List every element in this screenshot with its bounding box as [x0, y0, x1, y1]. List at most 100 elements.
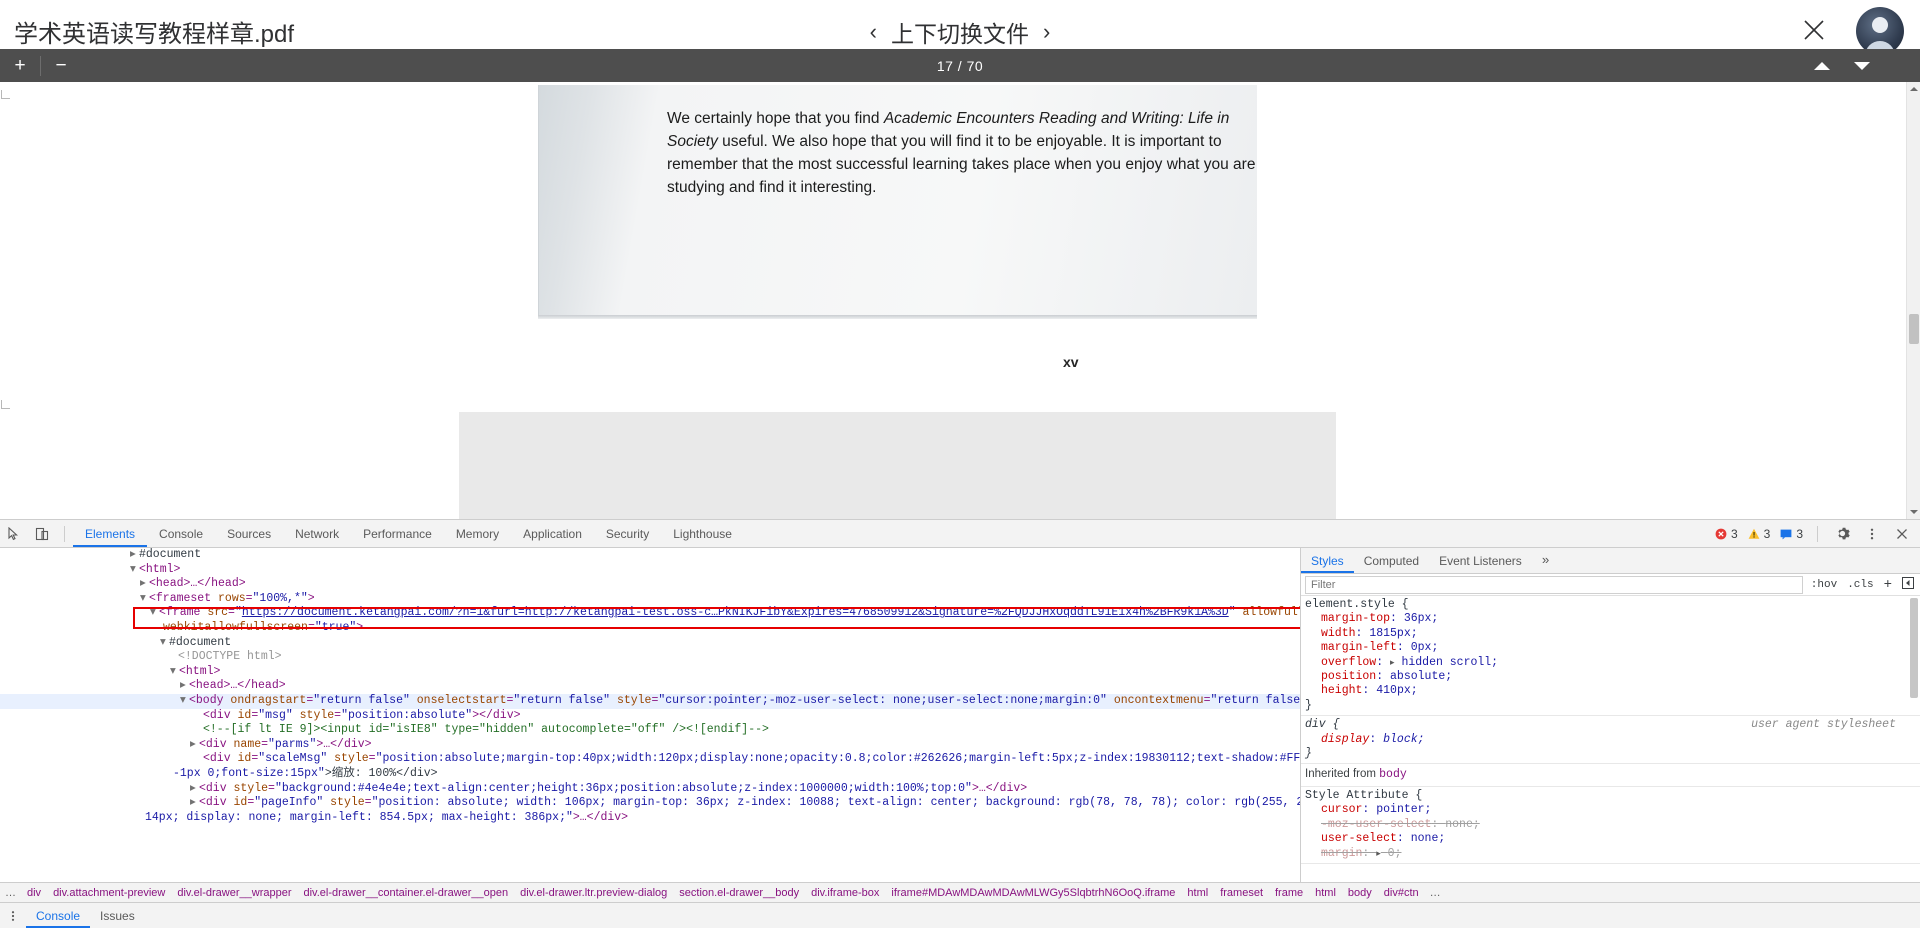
style-value[interactable]: none;	[1445, 818, 1480, 831]
tab-application[interactable]: Application	[511, 520, 594, 547]
breadcrumb-item[interactable]: iframe#MDAwMDAwMDAwMLWGy5SlqbtrhN6OoQ.if…	[885, 887, 1181, 899]
tab-lighthouse[interactable]: Lighthouse	[661, 520, 744, 547]
style-rule-element-style[interactable]: element.style { margin-top: 36px; width:…	[1301, 596, 1920, 717]
tab-event-listeners[interactable]: Event Listeners	[1429, 548, 1532, 573]
user-avatar[interactable]	[1856, 7, 1904, 55]
dom-line-inner-document[interactable]: ▾ #document	[0, 636, 1300, 651]
style-value[interactable]: 0;	[1388, 847, 1402, 860]
style-value[interactable]: none;	[1411, 832, 1446, 845]
message-counter[interactable]: 3	[1776, 527, 1807, 541]
breadcrumb-item[interactable]: div.el-drawer__container.el-drawer__open	[297, 887, 514, 899]
breadcrumb-item[interactable]: frameset	[1214, 887, 1269, 899]
error-counter[interactable]: 3	[1711, 527, 1742, 541]
breadcrumb-overflow-left[interactable]: …	[0, 887, 21, 899]
dom-line-body[interactable]: ▾ <body ondragstart="return false" onsele…	[0, 693, 1300, 709]
style-declaration[interactable]: user-select: none;	[1305, 832, 1920, 846]
style-value[interactable]: 410px;	[1376, 684, 1417, 697]
zoom-in-button[interactable]: +	[0, 49, 40, 82]
style-declaration-overridden[interactable]: margin: ▸ 0;	[1305, 847, 1920, 861]
breadcrumb-item[interactable]: html	[1309, 887, 1342, 899]
dom-line-pageinfo-cont[interactable]: 14px; display: none; margin-left: 854.5p…	[0, 811, 1300, 826]
dom-line-div-bg[interactable]: ▸ <div style="background:#4e4e4e;text-ali…	[0, 782, 1300, 797]
style-declaration[interactable]: position: absolute;	[1305, 670, 1920, 684]
pdf-scrollbar-thumb[interactable]	[1909, 314, 1919, 344]
pdf-scrollbar[interactable]	[1906, 82, 1920, 519]
breadcrumb-overflow-right[interactable]: …	[1425, 887, 1446, 899]
dom-line-inner-html[interactable]: ▾ <html>	[0, 665, 1300, 680]
zoom-out-button[interactable]: −	[41, 49, 81, 82]
drawer-tab-issues[interactable]: Issues	[90, 903, 145, 928]
device-toolbar-button[interactable]	[28, 520, 56, 547]
dom-line-inner-head[interactable]: ▸ <head>…</head>	[0, 679, 1300, 694]
breadcrumb-item[interactable]: div#ctn	[1378, 887, 1425, 899]
style-value[interactable]: 1815px;	[1369, 627, 1417, 640]
tab-network[interactable]: Network	[283, 520, 351, 547]
dom-line-div-pageinfo[interactable]: ▸ <div id="pageInfo" style="position: abs…	[0, 796, 1300, 811]
styles-scrollbar-thumb[interactable]	[1910, 598, 1918, 698]
more-options-button[interactable]	[1858, 520, 1886, 547]
tab-styles[interactable]: Styles	[1301, 548, 1354, 573]
dom-line-div-parms[interactable]: ▸ <div name="parms">…</div>	[0, 738, 1300, 753]
style-value[interactable]: hidden scroll;	[1401, 656, 1498, 669]
breadcrumb-item[interactable]: div.attachment-preview	[47, 887, 171, 899]
breadcrumb-item[interactable]: div.el-drawer__wrapper	[171, 887, 297, 899]
dom-line-div-scalemsg[interactable]: <div id="scaleMsg" style="position:absol…	[0, 752, 1300, 767]
breadcrumb-item[interactable]: html	[1181, 887, 1214, 899]
dom-line-document[interactable]: ▸ #document	[0, 548, 1300, 563]
pdf-viewport[interactable]: We certainly hope that you find Academic…	[0, 82, 1920, 519]
style-declaration-overridden[interactable]: -moz-user-select: none;	[1305, 818, 1920, 832]
close-devtools-button[interactable]	[1888, 520, 1916, 547]
styles-rules-list[interactable]: element.style { margin-top: 36px; width:…	[1301, 596, 1920, 882]
style-declaration[interactable]: height: 410px;	[1305, 684, 1920, 698]
close-button[interactable]	[1796, 12, 1832, 48]
drawer-more-button[interactable]	[0, 903, 26, 928]
inspect-element-button[interactable]	[0, 520, 28, 547]
tab-console[interactable]: Console	[147, 520, 215, 547]
drawer-tab-console[interactable]: Console	[26, 903, 90, 928]
prev-file-icon[interactable]: ‹	[870, 19, 877, 45]
dom-line-div-msg[interactable]: <div id="msg" style="position:absolute">…	[0, 709, 1300, 724]
style-value[interactable]: absolute;	[1390, 670, 1452, 683]
style-rule-div[interactable]: div { user agent stylesheet display: blo…	[1301, 716, 1920, 765]
style-value[interactable]: pointer;	[1376, 803, 1431, 816]
scroll-down-button[interactable]	[1907, 505, 1920, 519]
dom-line-doctype[interactable]: <!DOCTYPE html>	[0, 650, 1300, 665]
style-declaration[interactable]: margin-top: 36px;	[1305, 612, 1920, 626]
style-value[interactable]: 0px;	[1411, 641, 1439, 654]
breadcrumb-item[interactable]: body	[1342, 887, 1378, 899]
breadcrumb-item[interactable]: div.el-drawer.ltr.preview-dialog	[514, 887, 673, 899]
scroll-up-button[interactable]	[1907, 82, 1920, 96]
dom-tree[interactable]: ▸ #document ▾ <html> ▸ <head>…</head> ▾ <fra…	[0, 548, 1300, 882]
styles-more-tabs-button[interactable]: »	[1536, 553, 1556, 568]
style-declaration[interactable]: display: block;	[1305, 733, 1920, 747]
page-up-button[interactable]	[1806, 49, 1838, 82]
style-declaration[interactable]: cursor: pointer;	[1305, 803, 1920, 817]
dom-line-comment[interactable]: <!--[if lt IE 9]><input id="isIE8" type=…	[0, 723, 1300, 738]
style-declaration[interactable]: overflow: ▸ hidden scroll;	[1305, 656, 1920, 670]
tab-elements[interactable]: Elements	[73, 520, 147, 547]
dom-val-frame-src[interactable]: https://document.ketangpai.com/?n=1&furl…	[242, 606, 1229, 619]
style-value[interactable]: block;	[1383, 733, 1424, 746]
next-file-icon[interactable]: ›	[1043, 19, 1050, 45]
styles-filter-input[interactable]	[1305, 575, 1803, 594]
breadcrumb-item[interactable]: div	[21, 887, 47, 899]
tab-computed[interactable]: Computed	[1354, 548, 1429, 573]
dom-line-webkitallowfullscreen[interactable]: webkitallowfullscreen="true">	[0, 621, 1300, 636]
settings-button[interactable]	[1828, 520, 1856, 547]
style-value[interactable]: 36px;	[1404, 612, 1439, 625]
style-declaration[interactable]: margin-left: 0px;	[1305, 641, 1920, 655]
breadcrumb-item[interactable]: frame	[1269, 887, 1309, 899]
toggle-sidebar-button[interactable]	[1900, 576, 1916, 593]
new-style-rule-button[interactable]: +	[1882, 577, 1894, 593]
hover-state-button[interactable]: :hov	[1809, 579, 1839, 591]
dom-line-frameset[interactable]: ▾ <frameset rows="100%,*">	[0, 592, 1300, 607]
expand-shorthand-icon[interactable]: ▸	[1390, 656, 1395, 670]
tab-memory[interactable]: Memory	[444, 520, 511, 547]
dom-line-html[interactable]: ▾ <html>	[0, 563, 1300, 578]
page-down-button[interactable]	[1846, 49, 1878, 82]
tab-sources[interactable]: Sources	[215, 520, 283, 547]
style-rule-inherited-body[interactable]: Style Attribute { cursor: pointer; -moz-…	[1301, 787, 1920, 864]
dom-line-head[interactable]: ▸ <head>…</head>	[0, 577, 1300, 592]
tab-security[interactable]: Security	[594, 520, 661, 547]
style-declaration[interactable]: width: 1815px;	[1305, 627, 1920, 641]
